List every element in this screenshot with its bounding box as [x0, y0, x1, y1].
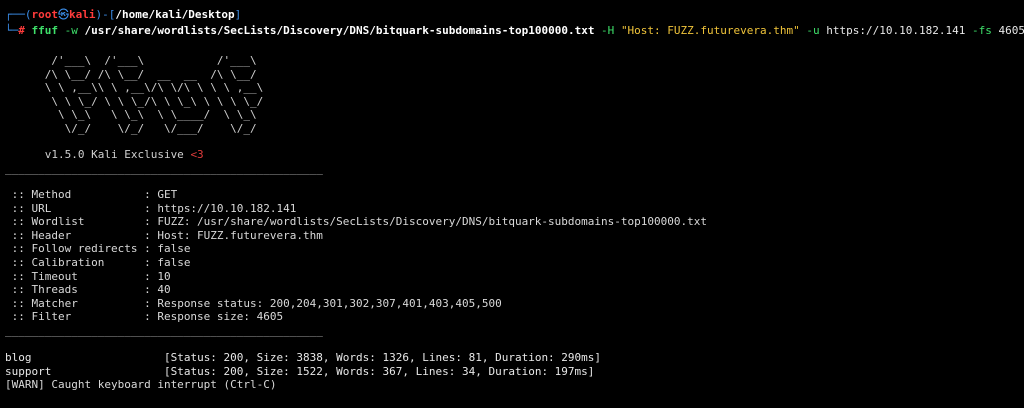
- command-tool: ffuf: [31, 24, 59, 37]
- config-row: :: Timeout : 10: [5, 270, 171, 284]
- prompt-frame-close: )-[: [95, 8, 116, 21]
- config-row: :: Filter : Response size: 4605: [5, 310, 284, 324]
- config-value: : false: [144, 242, 191, 255]
- config-key: :: Header: [5, 229, 145, 242]
- config-key: :: Threads: [5, 283, 145, 296]
- version-text: v1.5.0 Kali Exclusive: [5, 148, 191, 161]
- version-line: v1.5.0 Kali Exclusive <3: [5, 148, 204, 162]
- terminal-window[interactable]: ┌──(root㉿kali)-[/home/kali/Desktop] └─# …: [0, 0, 1024, 408]
- banner-art-line: \/_/ \/_/ \/___/ \/_/: [5, 122, 257, 135]
- config-row: :: Method : GET: [5, 188, 178, 202]
- config-row: :: URL : https://10.10.182.141: [5, 202, 297, 216]
- result-detail: [Status: 200, Size: 3838, Words: 1326, L…: [163, 351, 602, 364]
- config-value: : false: [144, 256, 191, 269]
- config-value: : Response size: 4605: [144, 310, 284, 323]
- config-key: :: Method: [5, 188, 145, 201]
- prompt-host: kali: [69, 8, 96, 21]
- command-flag-w: -w: [58, 24, 85, 37]
- config-key: :: Wordlist: [5, 215, 145, 228]
- config-value: : GET: [144, 188, 178, 201]
- config-value: : Response status: 200,204,301,302,307,4…: [144, 297, 502, 310]
- banner-art-line: \ \_\ \ \_\ \ \____/ \ \_\: [5, 108, 257, 121]
- config-key: :: Calibration: [5, 256, 145, 269]
- skull-icon: ㉿: [58, 8, 69, 21]
- config-key: :: Filter: [5, 310, 145, 323]
- config-key: :: Follow redirects: [5, 242, 145, 255]
- config-value: : FUZZ: /usr/share/wordlists/SecLists/Di…: [144, 215, 707, 228]
- separator: ________________________________________…: [5, 162, 323, 175]
- prompt-user: root: [31, 8, 59, 21]
- config-value: : https://10.10.182.141: [144, 202, 297, 215]
- banner-art-line: \ \ \_/ \ \ \_/\ \ \_\ \ \ \ \_/: [5, 95, 264, 108]
- config-value: : 40: [144, 283, 171, 296]
- command-flag-fs: -fs: [965, 24, 999, 37]
- prompt-hash: #: [18, 24, 32, 37]
- config-row: :: Follow redirects : false: [5, 242, 191, 256]
- result-name: blog: [5, 351, 164, 364]
- banner-art-line: /\ \__/ /\ \__/ __ __ /\ \__/: [5, 68, 257, 81]
- command-line[interactable]: └─# ffuf -w /usr/share/wordlists/SecList…: [5, 24, 1024, 38]
- command-header: "Host: FUZZ.futurevera.thm": [620, 24, 800, 37]
- prompt-frame-end: ]: [234, 8, 242, 21]
- command-flag-h: -H: [594, 24, 621, 37]
- config-row: :: Matcher : Response status: 200,204,30…: [5, 297, 502, 311]
- prompt-line: ┌──(root㉿kali)-[/home/kali/Desktop]: [5, 8, 241, 22]
- config-key: :: Matcher: [5, 297, 145, 310]
- config-value: : 10: [144, 270, 171, 283]
- banner-art-line: /'___\ /'___\ /'___\: [5, 54, 257, 67]
- config-row: :: Threads : 40: [5, 283, 171, 297]
- command-wordlist: /usr/share/wordlists/SecLists/Discovery/…: [84, 24, 595, 37]
- heart-text: <3: [190, 148, 204, 161]
- banner-art-line: \ \ ,__\\ \ ,__\/\ \/\ \ \ \ ,__\: [5, 81, 264, 94]
- separator: ________________________________________…: [5, 324, 323, 337]
- result-row: blog [Status: 200, Size: 3838, Words: 13…: [5, 351, 601, 365]
- config-value: : Host: FUZZ.futurevera.thm: [144, 229, 323, 242]
- warning-line: [WARN] Caught keyboard interrupt (Ctrl-C…: [5, 378, 277, 391]
- config-row: :: Header : Host: FUZZ.futurevera.thm: [5, 229, 323, 243]
- config-row: :: Calibration : false: [5, 256, 191, 270]
- result-name: support: [5, 365, 164, 378]
- prompt-frame-bottom: └─: [5, 24, 19, 37]
- command-url: https://10.10.182.141: [826, 24, 966, 37]
- command-flag-u: -u: [799, 24, 827, 37]
- config-key: :: URL: [5, 202, 145, 215]
- config-row: :: Wordlist : FUZZ: /usr/share/wordlists…: [5, 215, 707, 229]
- prompt-path: /home/kali/Desktop: [115, 8, 235, 21]
- prompt-frame-top: ┌──(: [5, 8, 32, 21]
- command-size: 4605: [998, 24, 1024, 37]
- result-row: support [Status: 200, Size: 1522, Words:…: [5, 365, 594, 379]
- result-detail: [Status: 200, Size: 1522, Words: 367, Li…: [163, 365, 595, 378]
- config-key: :: Timeout: [5, 270, 145, 283]
